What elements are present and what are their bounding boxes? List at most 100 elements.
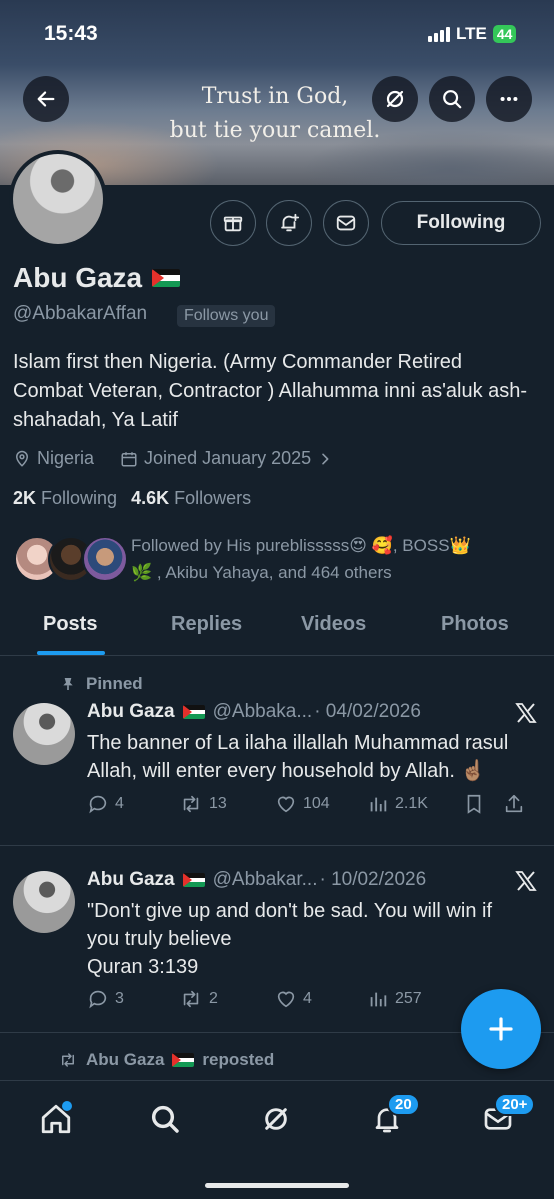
post-text: "Don't give up and don't be sad. You wil… (87, 897, 527, 981)
joined-text[interactable]: Joined January 2025 (144, 448, 311, 469)
post-text: The banner of La ilaha illallah Muhammad… (87, 732, 509, 782)
repost-indicator: Abu Gaza reposted (58, 1050, 274, 1070)
more-button[interactable] (486, 76, 532, 122)
post-author-name[interactable]: Abu Gaza (87, 869, 175, 891)
views-icon (370, 992, 387, 1007)
banner-quote: Trust in God, but tie your camel. (150, 80, 400, 148)
profile-bio: Islam first then Nigeria. (Army Commande… (13, 351, 528, 431)
banner-line-1: Trust in God, (201, 84, 349, 109)
repost-author[interactable]: Abu Gaza (86, 1050, 164, 1070)
nav-grok[interactable] (256, 1099, 296, 1139)
reply-button[interactable]: 3 (87, 988, 179, 1010)
reply-button[interactable]: 4 (87, 793, 179, 815)
nav-home[interactable] (36, 1099, 76, 1139)
palestine-flag-icon (182, 705, 205, 719)
status-time: 15:43 (44, 22, 98, 45)
post-header: Abu Gaza @Abbakar... · 10/02/2026 (87, 869, 426, 891)
heart-icon (277, 991, 295, 1008)
repost-icon (183, 990, 199, 1008)
bell-plus-icon (281, 213, 300, 232)
following-button[interactable]: Following (381, 201, 541, 245)
share-icon[interactable] (503, 793, 525, 815)
reply-count: 3 (115, 990, 124, 1007)
compose-button[interactable] (461, 989, 541, 1069)
tab-posts[interactable]: Posts (43, 613, 97, 636)
location-icon (15, 450, 29, 467)
search-icon (151, 1105, 179, 1133)
message-button[interactable] (323, 200, 369, 246)
gift-button[interactable] (210, 200, 256, 246)
post-divider (0, 845, 554, 846)
nav-notifications[interactable]: 20 (367, 1093, 420, 1139)
palestine-flag-icon (152, 269, 181, 287)
post-avatar[interactable] (13, 703, 75, 765)
post-author-handle[interactable]: @Abbakar... (213, 869, 318, 891)
views-count: 257 (395, 990, 422, 1007)
gift-icon (223, 216, 243, 232)
grok-button[interactable] (372, 76, 418, 122)
followers-count-link[interactable]: 4.6K Followers (131, 488, 251, 509)
post-date[interactable]: · 10/02/2026 (319, 869, 426, 891)
search-button[interactable] (429, 76, 475, 122)
envelope-icon (336, 215, 356, 231)
post-metrics: 4 13 104 2.1K (87, 793, 542, 815)
grok-icon (386, 90, 404, 108)
post-author-handle[interactable]: @Abbaka... (213, 701, 313, 723)
tab-replies[interactable]: Replies (171, 613, 242, 636)
x-logo-icon[interactable] (514, 701, 538, 725)
nav-search[interactable] (145, 1099, 185, 1139)
calendar-icon (121, 451, 137, 466)
network-label: LTE (456, 24, 487, 43)
repost-count: 13 (209, 795, 227, 812)
search-icon (443, 90, 462, 109)
following-label: Following (41, 488, 118, 508)
like-count: 104 (303, 795, 330, 812)
bookmark-icon[interactable] (463, 793, 485, 815)
nav-messages[interactable]: 20+ (478, 1093, 536, 1139)
back-button[interactable] (23, 76, 69, 122)
views-button[interactable]: 2.1K (367, 793, 463, 815)
avatar (82, 536, 128, 582)
views-button[interactable]: 257 (367, 988, 463, 1010)
like-count: 4 (303, 990, 312, 1007)
following-count: 2K (13, 488, 37, 508)
bottom-navigation: 20 20+ (0, 1080, 554, 1199)
pinned-label: Pinned (60, 674, 143, 694)
profile-avatar[interactable] (9, 150, 107, 248)
profile-name: Abu Gaza (13, 262, 181, 294)
like-button[interactable]: 104 (275, 793, 367, 815)
home-indicator (205, 1183, 349, 1188)
x-logo-icon[interactable] (514, 869, 538, 893)
followers-label: Followers (174, 488, 252, 508)
heart-icon (277, 796, 295, 813)
repost-button[interactable]: 13 (179, 793, 275, 815)
post-date[interactable]: · 04/02/2026 (314, 701, 421, 723)
tab-videos[interactable]: Videos (301, 613, 366, 636)
profile-meta: Nigeria Joined January 2025 (13, 448, 333, 469)
chevron-right-icon[interactable] (317, 451, 333, 467)
like-button[interactable]: 4 (275, 988, 367, 1010)
status-indicators: LTE 44 (428, 24, 517, 44)
followed-by-text[interactable]: Followed by His pureblisssss😍 🥰, BOSS👑 🌿… (131, 532, 531, 586)
profile-handle: @AbbakarAffan (13, 303, 148, 324)
post-author-name[interactable]: Abu Gaza (87, 701, 175, 723)
reply-icon (89, 795, 107, 814)
active-tab-indicator (37, 651, 105, 655)
signal-icon (428, 26, 450, 42)
pinned-text: Pinned (86, 674, 143, 693)
repost-count: 2 (209, 990, 218, 1007)
notify-button[interactable] (266, 200, 312, 246)
banner-line-2: but tie your camel. (169, 118, 381, 143)
reply-count: 4 (115, 795, 124, 812)
followed-by-line-2: 🌿 , Akibu Yahaya, and 464 others (131, 563, 392, 582)
follows-you-badge: Follows you (177, 305, 276, 327)
repost-icon (183, 795, 199, 813)
home-unread-dot (62, 1101, 72, 1111)
repost-button[interactable]: 2 (179, 988, 275, 1010)
grok-icon (265, 1108, 287, 1130)
post-header: Abu Gaza @Abbaka... · 04/02/2026 (87, 701, 421, 723)
following-count-link[interactable]: 2K Following (13, 488, 117, 509)
tab-photos[interactable]: Photos (441, 613, 509, 636)
views-count: 2.1K (395, 795, 428, 812)
post-avatar[interactable] (13, 871, 75, 933)
